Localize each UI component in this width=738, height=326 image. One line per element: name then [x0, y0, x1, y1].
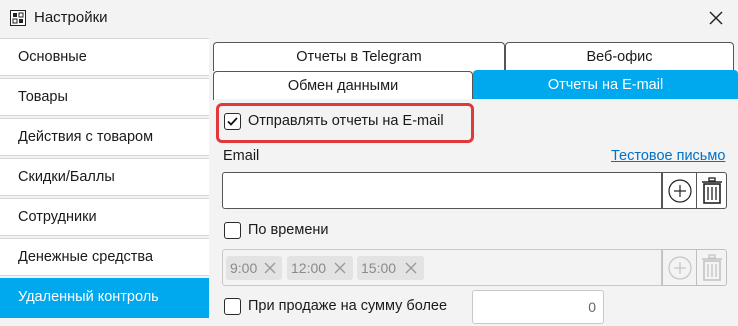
time-chip: 15:00 — [357, 256, 424, 280]
tab-data-exchange[interactable]: Обмен данными — [213, 71, 473, 100]
on-sale-checkbox[interactable] — [224, 298, 241, 315]
window-title: Настройки — [34, 9, 108, 26]
plus-circle-icon — [667, 178, 692, 203]
delete-email-button[interactable] — [696, 172, 727, 209]
sidebar-item-label: Денежные средства — [18, 249, 154, 265]
checkmark-icon — [227, 117, 238, 126]
sidebar-item-label: Сотрудники — [18, 209, 97, 225]
sidebar-item-goods[interactable]: Товары — [0, 78, 209, 116]
app-icon — [10, 10, 26, 26]
add-email-button[interactable] — [662, 172, 697, 209]
sidebar-item-employees[interactable]: Сотрудники — [0, 198, 209, 236]
title-bar: Настройки — [0, 0, 738, 36]
close-button[interactable] — [702, 4, 730, 32]
delete-time-button[interactable] — [696, 249, 727, 286]
add-time-button[interactable] — [662, 249, 697, 286]
email-input[interactable] — [222, 172, 662, 209]
time-chips-field: 9:00 12:00 15:00 — [222, 249, 662, 286]
remove-chip-icon — [405, 262, 417, 274]
tab-label: Веб-офис — [586, 49, 653, 65]
tab-label: Отчеты в Telegram — [296, 49, 422, 65]
time-chip: 12:00 — [287, 256, 353, 280]
plus-circle-icon — [667, 255, 692, 280]
by-time-label: По времени — [248, 222, 329, 238]
test-email-link[interactable]: Тестовое письмо — [611, 148, 725, 164]
sidebar-item-label: Основные — [18, 49, 87, 65]
sidebar-item-goods-actions[interactable]: Действия с товаром — [0, 118, 209, 156]
sidebar-item-main[interactable]: Основные — [0, 38, 209, 76]
time-chip-label: 9:00 — [230, 260, 258, 276]
sidebar-item-label: Скидки/Баллы — [18, 169, 115, 185]
by-time-checkbox[interactable] — [224, 222, 241, 239]
send-reports-label: Отправлять отчеты на E-mail — [248, 113, 444, 129]
sidebar-item-label: Действия с товаром — [18, 129, 154, 145]
trash-icon — [701, 176, 722, 204]
sidebar-item-label: Удаленный контроль — [18, 289, 159, 305]
sidebar-item-remote-control[interactable]: Удаленный контроль — [0, 278, 209, 318]
tab-label: Обмен данными — [287, 78, 399, 94]
remove-chip-icon — [334, 262, 346, 274]
time-chip-label: 15:00 — [361, 260, 397, 276]
on-sale-label: При продаже на сумму более — [248, 298, 448, 314]
tab-label: Отчеты на E-mail — [547, 77, 664, 93]
sale-amount-value: 0 — [588, 299, 596, 315]
remove-chip-icon — [264, 262, 276, 274]
sidebar-item-money[interactable]: Денежные средства — [0, 238, 209, 276]
sale-amount-input[interactable]: 0 — [472, 290, 604, 324]
close-icon — [709, 11, 723, 25]
trash-icon — [701, 253, 722, 281]
send-reports-checkbox[interactable] — [224, 113, 241, 130]
tab-email-reports[interactable]: Отчеты на E-mail — [473, 70, 738, 100]
sidebar-item-label: Товары — [18, 89, 68, 105]
tab-web-office[interactable]: Веб-офис — [505, 42, 734, 71]
sidebar-item-discounts[interactable]: Скидки/Баллы — [0, 158, 209, 196]
time-chip: 9:00 — [226, 256, 282, 280]
time-chip-label: 12:00 — [291, 260, 327, 276]
email-label: Email — [223, 148, 260, 164]
tab-telegram-reports[interactable]: Отчеты в Telegram — [213, 42, 505, 71]
